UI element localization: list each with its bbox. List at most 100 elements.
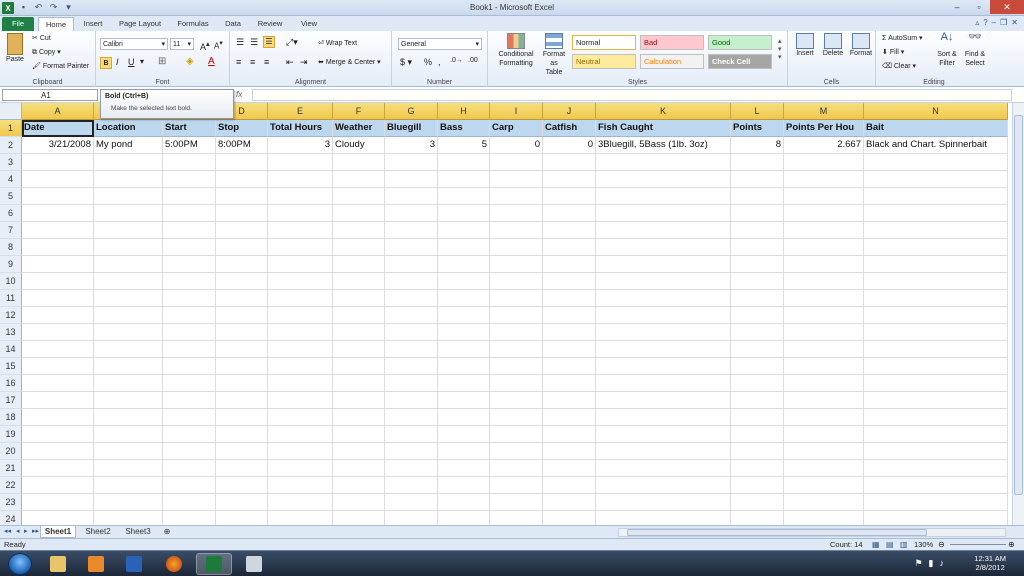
cell[interactable]: [490, 171, 543, 188]
cell[interactable]: [216, 222, 268, 239]
cell[interactable]: Bait: [864, 120, 1008, 137]
cell[interactable]: [543, 273, 596, 290]
cell[interactable]: [596, 477, 731, 494]
underline-button[interactable]: U: [128, 57, 135, 67]
cell[interactable]: [864, 341, 1008, 358]
start-button[interactable]: [8, 553, 32, 575]
cell[interactable]: Date: [22, 120, 94, 137]
cell[interactable]: [333, 511, 385, 525]
collapse-ribbon-icon[interactable]: ▵: [975, 18, 979, 27]
cell[interactable]: [438, 324, 490, 341]
increase-indent-icon[interactable]: ⇥: [300, 57, 308, 68]
cell[interactable]: [438, 256, 490, 273]
format-cells-button[interactable]: Format: [848, 33, 874, 57]
cell[interactable]: [864, 460, 1008, 477]
cell[interactable]: [94, 341, 163, 358]
cell[interactable]: [490, 426, 543, 443]
cell[interactable]: [490, 443, 543, 460]
column-header-h[interactable]: H: [438, 103, 490, 120]
cell-style-check-cell[interactable]: Check Cell: [708, 54, 772, 69]
cell[interactable]: [94, 392, 163, 409]
font-color-icon[interactable]: A: [208, 56, 215, 67]
cell[interactable]: [784, 409, 864, 426]
cell[interactable]: [438, 239, 490, 256]
cell-style-neutral[interactable]: Neutral: [572, 54, 636, 69]
cell[interactable]: [163, 256, 216, 273]
cell[interactable]: [543, 409, 596, 426]
cell[interactable]: [385, 205, 438, 222]
align-bottom-icon[interactable]: ☰: [263, 36, 275, 48]
row-header[interactable]: 3: [0, 154, 22, 171]
zoom-slider[interactable]: [950, 544, 1006, 545]
row-header[interactable]: 9: [0, 256, 22, 273]
view-normal-icon[interactable]: ▦: [872, 539, 880, 550]
increase-decimal-icon[interactable]: .0→: [450, 57, 463, 64]
percent-icon[interactable]: %: [424, 57, 432, 67]
cell[interactable]: [385, 426, 438, 443]
taskbar-media[interactable]: [78, 553, 114, 575]
cell[interactable]: [268, 443, 333, 460]
sort-filter-button[interactable]: A↓ Sort & Filter: [934, 32, 960, 68]
cell[interactable]: [216, 460, 268, 477]
cell[interactable]: [864, 358, 1008, 375]
cell[interactable]: [731, 307, 784, 324]
cell[interactable]: [543, 324, 596, 341]
cell[interactable]: [490, 222, 543, 239]
cell[interactable]: [163, 409, 216, 426]
cell[interactable]: [163, 154, 216, 171]
cell[interactable]: [163, 205, 216, 222]
zoom-out-icon[interactable]: ⊖: [938, 539, 945, 550]
cell[interactable]: [268, 256, 333, 273]
row-header[interactable]: 24: [0, 511, 22, 525]
cell[interactable]: [94, 307, 163, 324]
cell[interactable]: [864, 205, 1008, 222]
minimize-workbook-icon[interactable]: –: [992, 18, 996, 27]
cell[interactable]: [94, 273, 163, 290]
cell[interactable]: [216, 443, 268, 460]
cell[interactable]: [333, 273, 385, 290]
column-header-e[interactable]: E: [268, 103, 333, 120]
cell[interactable]: [216, 358, 268, 375]
cell[interactable]: [543, 239, 596, 256]
first-sheet-icon[interactable]: ◂◂: [4, 527, 11, 535]
cell[interactable]: [438, 392, 490, 409]
cell[interactable]: [268, 375, 333, 392]
cell[interactable]: [596, 392, 731, 409]
cell[interactable]: [385, 460, 438, 477]
cell[interactable]: [596, 511, 731, 525]
cell[interactable]: [596, 409, 731, 426]
cell[interactable]: [22, 290, 94, 307]
cell[interactable]: [596, 443, 731, 460]
cell[interactable]: [543, 460, 596, 477]
cell[interactable]: [864, 443, 1008, 460]
cell[interactable]: [596, 273, 731, 290]
cell[interactable]: [543, 154, 596, 171]
tab-formulas[interactable]: Formulas: [172, 17, 214, 31]
row-header[interactable]: 13: [0, 324, 22, 341]
row-header[interactable]: 21: [0, 460, 22, 477]
cell[interactable]: [268, 154, 333, 171]
cell[interactable]: [864, 324, 1008, 341]
cell-style-good[interactable]: Good: [708, 35, 772, 50]
cell[interactable]: [268, 205, 333, 222]
cell[interactable]: [216, 392, 268, 409]
cell[interactable]: [94, 375, 163, 392]
cell[interactable]: [163, 290, 216, 307]
underline-dropdown-icon[interactable]: ▾: [140, 57, 144, 66]
cell[interactable]: [385, 188, 438, 205]
cell[interactable]: [163, 307, 216, 324]
name-box[interactable]: A1: [2, 89, 98, 101]
cut-button[interactable]: ✂ Cut: [32, 34, 51, 42]
cell[interactable]: [784, 222, 864, 239]
cell[interactable]: [385, 392, 438, 409]
fx-icon[interactable]: fx: [236, 90, 242, 99]
cell[interactable]: [543, 443, 596, 460]
number-format-select[interactable]: General ▾: [398, 38, 482, 50]
cell[interactable]: [784, 154, 864, 171]
cell[interactable]: [385, 256, 438, 273]
cell[interactable]: [216, 273, 268, 290]
align-center-icon[interactable]: ≡: [250, 57, 255, 67]
cell[interactable]: [543, 307, 596, 324]
cell[interactable]: [94, 324, 163, 341]
cell[interactable]: 0: [543, 137, 596, 154]
